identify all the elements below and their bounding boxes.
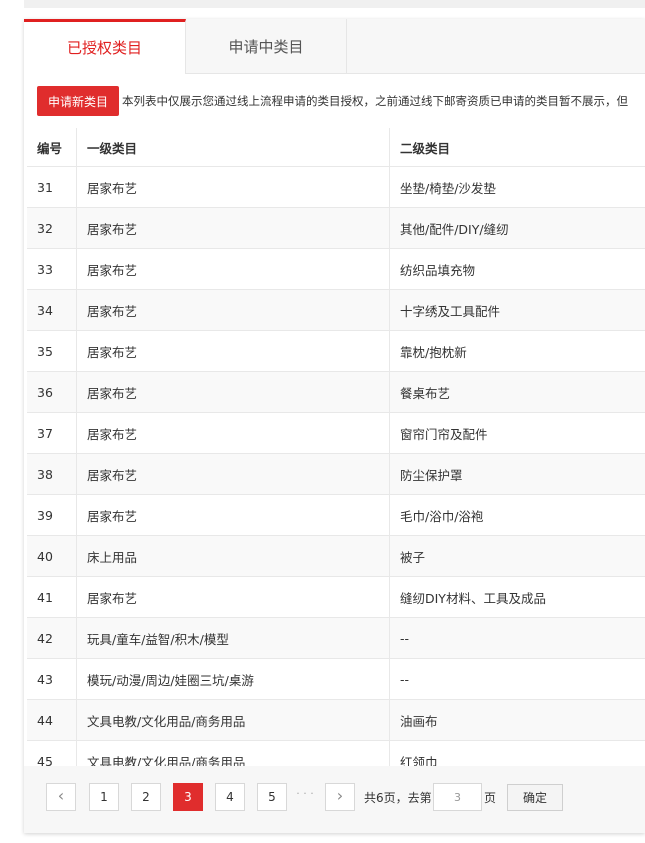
cell-level1: 模玩/动漫/周边/娃圈三坑/桌游 xyxy=(77,659,390,699)
cell-level1: 居家布艺 xyxy=(77,167,390,207)
cell-level2: 缝纫DIY材料、工具及成品 xyxy=(400,590,546,606)
table-header: 编号 一级类目 二级类目 xyxy=(27,128,645,167)
cell-level1: 居家布艺 xyxy=(77,372,390,412)
header-level1: 一级类目 xyxy=(77,128,390,166)
table-row: 31 居家布艺 坐垫/椅垫/沙发垫 xyxy=(27,167,645,208)
cell-id: 41 xyxy=(27,577,77,617)
table-row: 40 床上用品 被子 xyxy=(27,536,645,577)
cell-level1: 文具电教/文化用品/商务用品 xyxy=(77,700,390,740)
cell-level2: -- xyxy=(400,671,410,687)
notice-bar: 申请新类目 本列表中仅展示您通过线上流程申请的类目授权，之前通过线下邮寄资质已申… xyxy=(24,73,645,128)
cell-level2: 十字绣及工具配件 xyxy=(400,303,501,319)
page-button-4[interactable]: 4 xyxy=(215,783,245,811)
page-button-3[interactable]: 3 xyxy=(173,783,203,811)
header-level2: 二级类目 xyxy=(400,140,451,156)
confirm-goto-button[interactable]: 确定 xyxy=(507,784,563,811)
tab-bar: 已授权类目 申请中类目 xyxy=(24,19,645,74)
cell-level2: 防尘保护罩 xyxy=(400,467,463,483)
tab-applying[interactable]: 申请中类目 xyxy=(186,19,347,73)
cell-level2: 坐垫/椅垫/沙发垫 xyxy=(400,180,496,196)
page-button-5[interactable]: 5 xyxy=(257,783,287,811)
next-page-button[interactable]: › xyxy=(325,783,355,811)
cell-id: 39 xyxy=(27,495,77,535)
total-pages-text: 共6页，去第 xyxy=(364,791,432,805)
prev-page-button[interactable]: ‹ xyxy=(46,783,76,811)
cell-level2: 靠枕/抱枕新 xyxy=(400,344,467,360)
table-row: 38 居家布艺 防尘保护罩 xyxy=(27,454,645,495)
cell-level2: 窗帘门帘及配件 xyxy=(400,426,488,442)
cell-id: 37 xyxy=(27,413,77,453)
table-row: 35 居家布艺 靠枕/抱枕新 xyxy=(27,331,645,372)
table-row: 34 居家布艺 十字绣及工具配件 xyxy=(27,290,645,331)
top-bar xyxy=(24,0,645,8)
page-button-1[interactable]: 1 xyxy=(89,783,119,811)
cell-id: 31 xyxy=(27,167,77,207)
cell-id: 35 xyxy=(27,331,77,371)
category-panel: 已授权类目 申请中类目 申请新类目 本列表中仅展示您通过线上流程申请的类目授权，… xyxy=(24,19,645,833)
table-row: 43 模玩/动漫/周边/娃圈三坑/桌游 -- xyxy=(27,659,645,700)
table-row: 44 文具电教/文化用品/商务用品 油画布 xyxy=(27,700,645,741)
cell-level1: 居家布艺 xyxy=(77,454,390,494)
cell-level1: 居家布艺 xyxy=(77,577,390,617)
notice-text: 本列表中仅展示您通过线上流程申请的类目授权，之前通过线下邮寄资质已申请的类目暂不… xyxy=(122,94,628,108)
cell-id: 36 xyxy=(27,372,77,412)
table-row: 33 居家布艺 纺织品填充物 xyxy=(27,249,645,290)
cell-level1: 居家布艺 xyxy=(77,208,390,248)
goto-page-input[interactable] xyxy=(433,783,482,811)
page-ellipsis: · · · xyxy=(296,787,314,800)
tab-authorized[interactable]: 已授权类目 xyxy=(24,19,186,74)
page-unit-text: 页 xyxy=(484,791,497,805)
cell-level1: 玩具/童车/益智/积木/模型 xyxy=(77,618,390,658)
apply-new-category-button[interactable]: 申请新类目 xyxy=(37,86,119,116)
cell-level2: 毛巾/浴巾/浴袍 xyxy=(400,508,484,524)
table-row: 36 居家布艺 餐桌布艺 xyxy=(27,372,645,413)
cell-level2: 其他/配件/DIY/缝纫 xyxy=(400,221,509,237)
cell-level2: 纺织品填充物 xyxy=(400,262,476,278)
cell-id: 33 xyxy=(27,249,77,289)
cell-id: 32 xyxy=(27,208,77,248)
cell-level2: -- xyxy=(400,630,410,646)
cell-level1: 居家布艺 xyxy=(77,413,390,453)
table-row: 39 居家布艺 毛巾/浴巾/浴袍 xyxy=(27,495,645,536)
category-table: 编号 一级类目 二级类目 31 居家布艺 坐垫/椅垫/沙发垫 32 居家布艺 其他/配件/… xyxy=(27,128,645,782)
cell-level1: 居家布艺 xyxy=(77,249,390,289)
cell-level2: 被子 xyxy=(400,549,426,565)
table-row: 32 居家布艺 其他/配件/DIY/缝纫 xyxy=(27,208,645,249)
cell-id: 34 xyxy=(27,290,77,330)
cell-level2: 油画布 xyxy=(400,713,438,729)
table-row: 42 玩具/童车/益智/积木/模型 -- xyxy=(27,618,645,659)
cell-level1: 居家布艺 xyxy=(77,331,390,371)
cell-level1: 居家布艺 xyxy=(77,290,390,330)
table-row: 41 居家布艺 缝纫DIY材料、工具及成品 xyxy=(27,577,645,618)
cell-level1: 床上用品 xyxy=(77,536,390,576)
cell-level1: 居家布艺 xyxy=(77,495,390,535)
page-button-2[interactable]: 2 xyxy=(131,783,161,811)
cell-id: 44 xyxy=(27,700,77,740)
header-id: 编号 xyxy=(27,128,77,166)
cell-id: 38 xyxy=(27,454,77,494)
cell-id: 40 xyxy=(27,536,77,576)
cell-id: 43 xyxy=(27,659,77,699)
cell-id: 42 xyxy=(27,618,77,658)
table-row: 37 居家布艺 窗帘门帘及配件 xyxy=(27,413,645,454)
pagination: ‹ 1 2 3 4 5 · · · › 共6页，去第 页 确定 xyxy=(24,766,645,833)
cell-level2: 餐桌布艺 xyxy=(400,385,451,401)
